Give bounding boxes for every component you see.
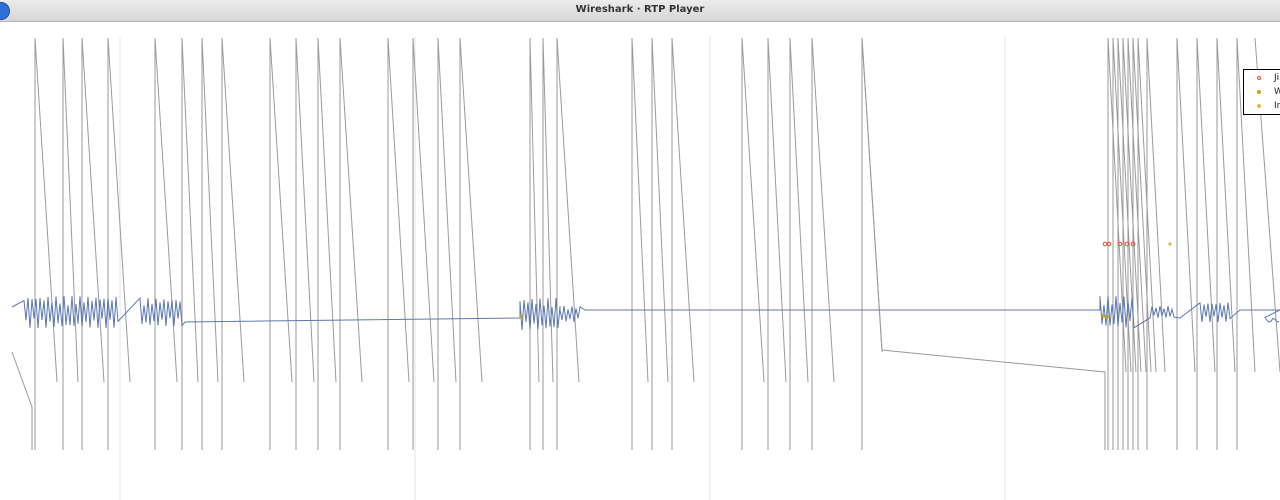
wrong-sequence-marker-icon — [1257, 90, 1261, 94]
legend-item-jitter-drops: Ji — [1244, 72, 1280, 86]
inserted-silence-point — [1168, 242, 1172, 246]
inserted-silence-marker-icon — [1257, 104, 1261, 108]
event-markers — [519, 241, 1172, 319]
jitter-drop-point — [1102, 241, 1108, 247]
legend: Ji W In — [1243, 69, 1280, 115]
sequence-trace — [11, 37, 1280, 450]
wrong-sequence-point — [519, 314, 523, 318]
jitter-drop-marker-icon — [1257, 76, 1261, 80]
wrong-sequence-point — [1105, 315, 1109, 319]
title-bar: Wireshark · RTP Player — [0, 0, 1280, 22]
sequence-sawtooth — [11, 37, 883, 450]
window-title: Wireshark · RTP Player — [575, 4, 705, 15]
legend-item-inserted-silence: In — [1244, 100, 1280, 114]
legend-item-wrong-sequence: W — [1244, 86, 1280, 100]
plot-grid — [119, 37, 1006, 500]
rtp-player-plot[interactable]: Ji W In — [0, 22, 1280, 500]
waveform-graph[interactable] — [0, 22, 1280, 500]
sequence-gap — [861, 37, 1106, 450]
wrong-sequence-point — [1101, 314, 1105, 318]
